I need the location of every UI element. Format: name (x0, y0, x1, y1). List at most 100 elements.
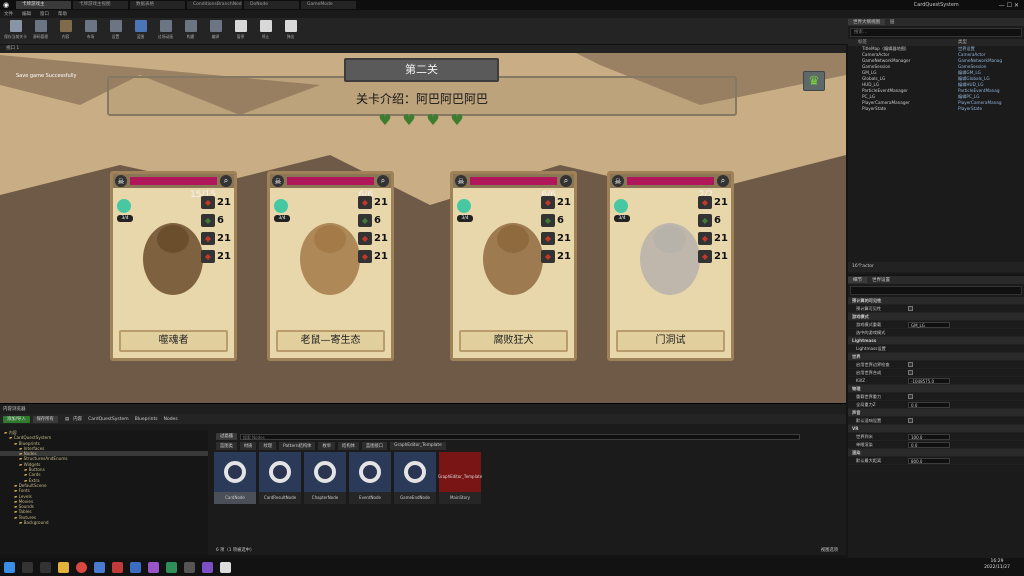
path-1[interactable]: CardQuestSystem (88, 417, 129, 422)
checkbox[interactable] (908, 306, 913, 311)
value-field[interactable]: 800.0 (908, 457, 950, 464)
view-options[interactable]: 视图选项 (821, 547, 838, 553)
windows-start-icon[interactable] (4, 561, 15, 573)
eject-button[interactable]: 弹出 (279, 20, 302, 40)
path-3[interactable]: Nodes (164, 417, 178, 422)
details-property[interactable]: 预计算可见性 (848, 305, 1024, 313)
cinematics-button[interactable]: 过场动画 (154, 20, 177, 40)
details-category[interactable]: 游戏模式 (848, 313, 1024, 321)
outliner-search[interactable]: 搜索... (850, 28, 1022, 37)
details-tab[interactable]: 细节 (848, 277, 867, 283)
source-control-button[interactable]: 源码管理 (29, 20, 52, 40)
filter-chip[interactable]: 结构体 (338, 442, 359, 450)
details-property[interactable]: 选中的游戏模式 (848, 329, 1024, 337)
save-all-button[interactable]: 保存所有 (32, 415, 58, 423)
blueprint-button[interactable]: 蓝图 (129, 20, 152, 40)
filter-chip[interactable]: 蓝图类 (216, 442, 237, 450)
col-type[interactable]: 类型 (958, 39, 967, 46)
tab-1[interactable]: 卡牌游戏主视图 (73, 1, 128, 9)
value-field[interactable]: GM_LG (908, 321, 950, 328)
tab-5[interactable]: GameMode (301, 1, 356, 9)
filter-chip[interactable]: 蓝图接口 (361, 442, 388, 450)
value-field[interactable]: 100.0 (908, 433, 950, 440)
checkbox[interactable] (908, 370, 913, 375)
stop-button[interactable]: 停止 (254, 20, 277, 40)
unreal-icon[interactable] (220, 561, 231, 573)
details-category[interactable]: 声音 (848, 409, 1024, 417)
filter-chip[interactable]: 材质 (239, 442, 257, 450)
settings-button[interactable]: 设置 (104, 20, 127, 40)
folder-item[interactable]: ▰ Background (0, 520, 208, 525)
details-search[interactable] (850, 286, 1022, 295)
taskview-icon[interactable] (40, 561, 51, 573)
menu-edit[interactable]: 编辑 (22, 11, 31, 17)
app-icon[interactable] (148, 561, 159, 573)
layers-tab[interactable]: 层 (885, 19, 900, 25)
clock[interactable]: 16:29 2022/11/27 (984, 559, 1010, 571)
card-0[interactable]: ☠ ⌕ 15/15 3/4 ◆ 21 ◆ 6 ◆ 21 ◆ 21 噬魂者 (110, 171, 237, 361)
world-settings-tab[interactable]: 世界设置 (867, 277, 895, 283)
app-icon[interactable] (184, 561, 195, 573)
col-label[interactable]: 标签 (858, 39, 958, 46)
filter-chip[interactable]: Pattern结构体 (279, 442, 316, 450)
content-button[interactable]: 内容 (54, 20, 77, 40)
app-icon[interactable] (112, 561, 123, 573)
asset-tile[interactable]: GraphEditor_Template MainStory (438, 452, 482, 504)
build-button[interactable]: 构建 (179, 20, 202, 40)
card-1[interactable]: ☠ ⌕ 6/6 3/4 ◆ 21 ◆ 6 ◆ 21 ◆ 21 老鼠—寄生态 (267, 171, 394, 361)
card-2[interactable]: ☠ ⌕ 6/6 3/4 ◆ 21 ◆ 6 ◆ 21 ◆ 21 腐败狂犬 (450, 171, 577, 361)
value-field[interactable]: 0.0 (908, 401, 950, 408)
details-property[interactable]: 游戏模式重载 GM_LG (848, 321, 1024, 329)
save-level-button[interactable]: 保存当前关卡 (4, 20, 27, 40)
filter-button[interactable]: 过滤器 (216, 433, 237, 440)
details-category[interactable]: 预计算的可见性 (848, 297, 1024, 305)
tab-3[interactable]: ConditionsBranchNode (187, 1, 242, 9)
asset-tile[interactable]: ChapterNode (304, 452, 346, 504)
magnify-icon[interactable]: ⌕ (560, 175, 572, 187)
asset-tile[interactable]: GameEndNode (394, 452, 436, 504)
details-property[interactable]: 默认混响设置 (848, 417, 1024, 425)
window-controls[interactable]: — ☐ ✕ (999, 2, 1019, 9)
details-property[interactable]: 启用世界合成 (848, 369, 1024, 377)
tab-4[interactable]: DoNode (244, 1, 299, 9)
value-field[interactable]: 0.0 (908, 441, 950, 448)
details-property[interactable]: 重载世界重力 (848, 393, 1024, 401)
search-icon[interactable] (22, 561, 33, 573)
chrome-icon[interactable] (76, 561, 87, 573)
checkbox[interactable] (908, 418, 913, 423)
outliner-row[interactable]: PlayerState PlayerState (848, 106, 1024, 112)
card-3[interactable]: ☠ ⌕ 2/2 3/4 ◆ 21 ◆ 6 ◆ 21 ◆ 21 门洞试 (607, 171, 734, 361)
details-property[interactable]: Lightmass设置 (848, 345, 1024, 353)
app-icon[interactable] (94, 561, 105, 573)
filter-chip[interactable]: GraphEditor_Template (390, 442, 446, 450)
asset-tile[interactable]: EventNode (349, 452, 391, 504)
magnify-icon[interactable]: ⌕ (717, 175, 729, 187)
details-property[interactable]: 默认最大距离 800.0 (848, 457, 1024, 465)
compile-button[interactable]: 编译 (204, 20, 227, 40)
crown-icon[interactable]: ♛ (803, 71, 825, 91)
pause-button[interactable]: 暂停 (229, 20, 252, 40)
visual-studio-icon[interactable] (202, 561, 213, 573)
path-2[interactable]: Blueprints (135, 417, 158, 422)
menu-help[interactable]: 帮助 (58, 11, 67, 17)
app-icon[interactable] (166, 561, 177, 573)
details-property[interactable]: 单眼渲染 0.0 (848, 441, 1024, 449)
asset-search[interactable]: 搜索 Nodes (239, 433, 800, 440)
details-property[interactable]: 启用世界边界检查 (848, 361, 1024, 369)
path-0[interactable]: 内容 (73, 416, 82, 422)
content-tab[interactable]: 内容浏览器 (3, 406, 26, 412)
menu-file[interactable]: 文件 (4, 11, 13, 17)
filter-chip[interactable]: 纹理 (259, 442, 277, 450)
details-category[interactable]: 世界 (848, 353, 1024, 361)
details-category[interactable]: Lightmass (848, 337, 1024, 345)
filter-chip[interactable]: 枚举 (318, 442, 336, 450)
checkbox[interactable] (908, 362, 913, 367)
details-category[interactable]: 渲染 (848, 449, 1024, 457)
add-import-button[interactable]: 添加/导入 (3, 415, 30, 423)
details-category[interactable]: 物理 (848, 385, 1024, 393)
menu-window[interactable]: 窗口 (40, 11, 49, 17)
magnify-icon[interactable]: ⌕ (220, 175, 232, 187)
ue-logo-icon[interactable]: ◉ (3, 1, 11, 9)
explorer-icon[interactable] (58, 561, 69, 573)
outliner-tab[interactable]: 世界大纲视图 (848, 19, 885, 25)
